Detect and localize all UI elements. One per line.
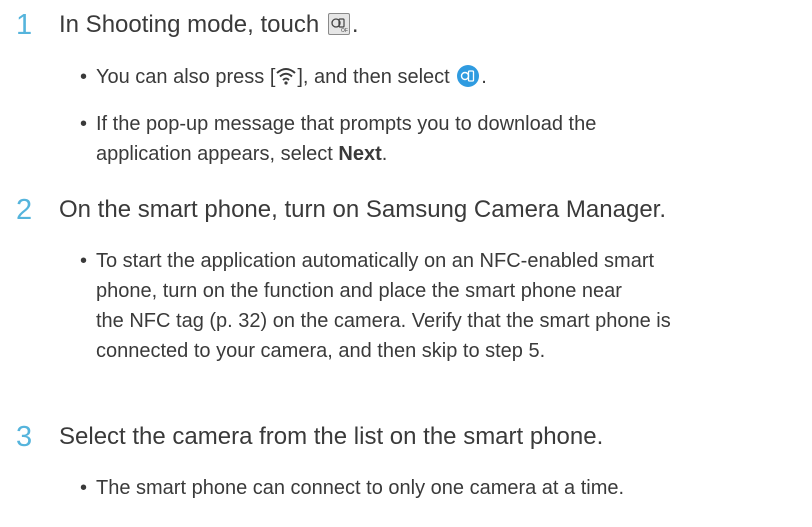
bullet-text-part: . xyxy=(481,66,487,88)
bullet-text-part: ], and then select xyxy=(297,66,450,88)
step-text: On the smart phone, turn on Samsung Came… xyxy=(59,196,666,223)
wifi-icon xyxy=(276,68,297,85)
bullet-text: To start the application automatically o… xyxy=(96,250,655,272)
bullet-text-part: application appears, select xyxy=(96,143,339,165)
step-text: In Shooting mode, touch OFF . xyxy=(59,8,359,42)
bullet-dot: • xyxy=(80,113,88,135)
bullet-text: the NFC tag (p. 32) on the camera. Verif… xyxy=(96,310,671,332)
step-number: 2 xyxy=(16,194,33,226)
manual-page: 1 In Shooting mode, touch OFF . • You ca… xyxy=(0,0,812,527)
step-number: 3 xyxy=(16,421,33,453)
bullet-text: The smart phone can connect to only one … xyxy=(96,477,625,499)
next-keyword: Next xyxy=(338,143,382,165)
bullet-dot: • xyxy=(80,66,88,88)
step-text-part: In Shooting mode, touch xyxy=(59,11,320,38)
bullet-text: phone, turn on the function and place th… xyxy=(96,280,622,302)
bullet-dot: • xyxy=(80,477,88,499)
svg-text:OFF: OFF xyxy=(341,28,348,33)
step-number: 1 xyxy=(16,9,33,41)
bullet-text: If the pop-up message that prompts you t… xyxy=(96,113,597,135)
bullet-text: connected to your camera, and then skip … xyxy=(96,340,546,362)
step-text: Select the camera from the list on the s… xyxy=(59,423,604,450)
phone-link-icon xyxy=(457,65,480,87)
bullet-text-part: You can also press [ xyxy=(96,66,276,88)
bullet-text: You can also press [ ], and then select … xyxy=(96,62,487,92)
bullet-dot: • xyxy=(80,250,88,272)
bullet-text-part: . xyxy=(381,143,388,165)
mobile-link-mode-icon: OFF xyxy=(327,13,350,35)
step-text-part: . xyxy=(351,11,359,38)
bullet-text: application appears, select Next. xyxy=(96,139,387,169)
